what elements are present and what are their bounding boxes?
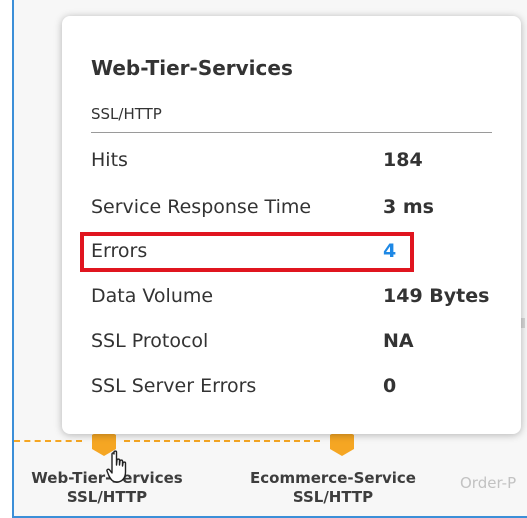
service-node-label[interactable]: Order-P: [460, 474, 527, 493]
node-protocol: SSL/HTTP: [292, 488, 374, 506]
metric-row-data-volume: Data Volume 149 Bytes: [91, 285, 501, 315]
tooltip-title: Web-Tier-Services: [91, 56, 293, 80]
service-node-label[interactable]: Ecommerce-Service SSL/HTTP: [240, 469, 426, 507]
metric-value: 3 ms: [383, 196, 434, 218]
metric-value: 184: [383, 149, 423, 171]
metric-value: NA: [383, 330, 414, 352]
metric-value: 0: [383, 375, 397, 397]
metric-row-hits: Hits 184: [91, 149, 501, 179]
node-name: Order-P: [460, 474, 517, 492]
flow-connector: [14, 440, 82, 442]
hand-cursor-icon: [106, 450, 127, 483]
metric-label: SSL Protocol: [91, 330, 209, 352]
canvas-edge-marker: [521, 318, 525, 328]
tooltip-divider: [91, 132, 492, 133]
metric-label: Data Volume: [91, 285, 214, 307]
node-protocol: SSL/HTTP: [66, 488, 148, 506]
tooltip-subtitle: SSL/HTTP: [91, 105, 162, 123]
service-tooltip: Web-Tier-Services SSL/HTTP Hits 184 Serv…: [62, 16, 521, 434]
node-name: Ecommerce-Service: [250, 469, 416, 487]
metric-row-ssl-server-errors: SSL Server Errors 0: [91, 375, 501, 405]
metric-row-response-time: Service Response Time 3 ms: [91, 196, 501, 226]
metric-label: Service Response Time: [91, 196, 312, 218]
errors-highlight-box: [80, 232, 414, 272]
metric-row-ssl-protocol: SSL Protocol NA: [91, 330, 501, 360]
metric-label: SSL Server Errors: [91, 375, 257, 397]
metric-value: 149 Bytes: [383, 285, 490, 307]
flow-connector: [124, 440, 320, 442]
metric-label: Hits: [91, 149, 128, 171]
